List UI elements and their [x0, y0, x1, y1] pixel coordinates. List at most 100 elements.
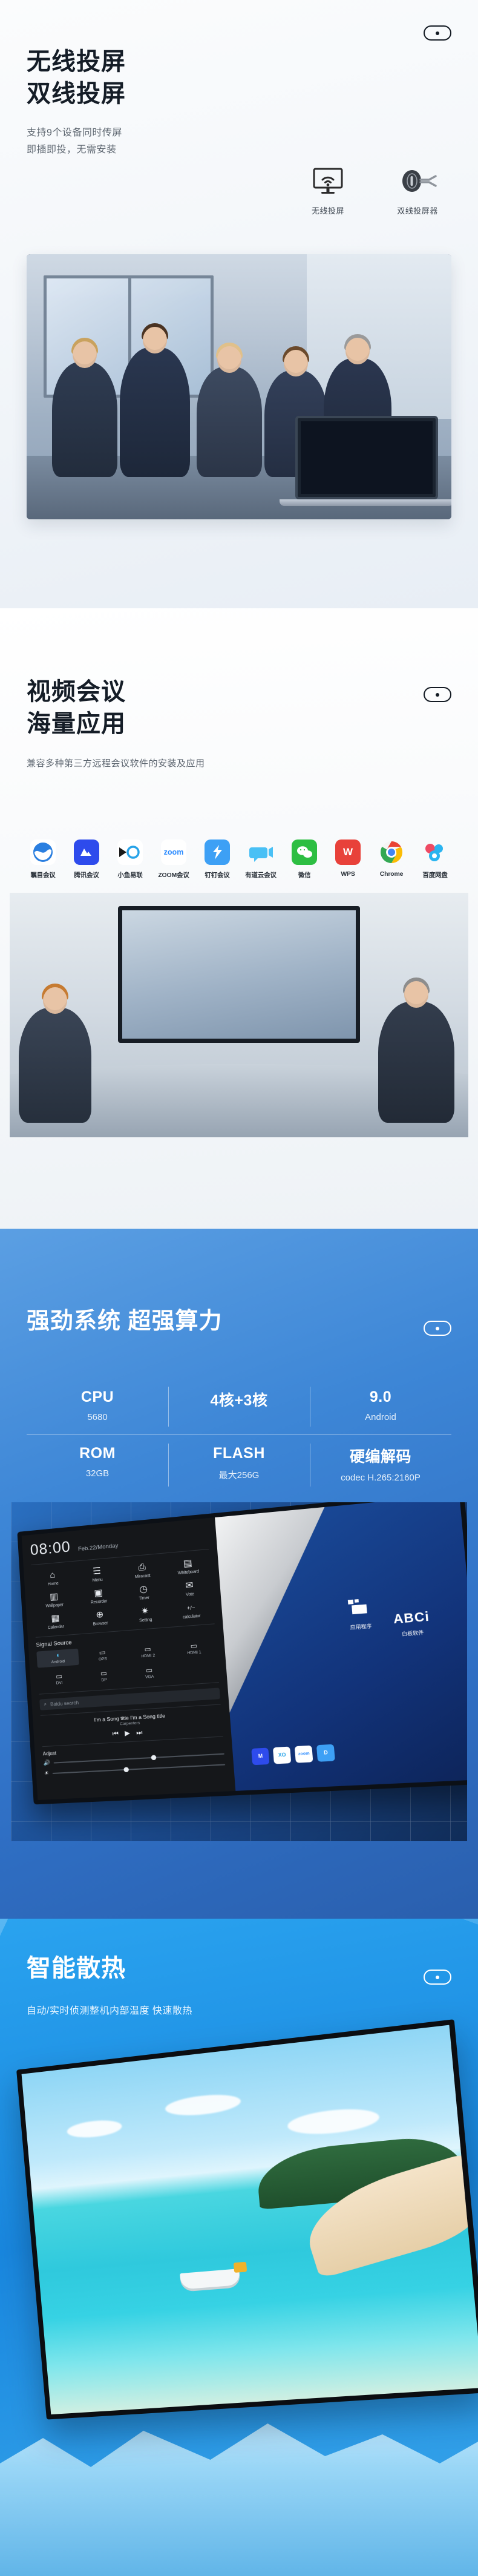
beach-scene	[21, 2025, 478, 2415]
source-hdmi2[interactable]: ▭ HDMI 2	[126, 1642, 170, 1662]
next-icon[interactable]: ⏭	[136, 1729, 149, 1737]
dock-item[interactable]: D	[316, 1744, 336, 1762]
conference-title-line2: 海量应用	[27, 710, 126, 737]
cloud-decor	[286, 2105, 381, 2138]
app-item-wps[interactable]: W WPS	[330, 840, 366, 879]
person-figure	[196, 342, 262, 477]
app-item-tencent-meeting[interactable]: 腾讯会议	[68, 840, 105, 879]
quick-app-setting[interactable]: ✷ Setting	[123, 1605, 168, 1625]
compatible-app-list: 瞩目会议 腾讯会议 小鱼易联 zoom ZOOM会议 钉钉会议 有道云会议 微信…	[0, 840, 478, 879]
app-label: 有道云会议	[245, 872, 277, 879]
app-item-zhumu[interactable]: 瞩目会议	[25, 840, 61, 879]
section-video-conference: 视频会议 海量应用 兼容多种第三方远程会议软件的安装及应用 瞩目会议 腾讯会议	[0, 608, 478, 1229]
spec-value: 32GB	[85, 1468, 110, 1479]
zhumu-icon	[30, 840, 56, 865]
quick-app-miracast[interactable]: ⎙ Miracast	[120, 1560, 165, 1580]
quick-app-grid: ⌂ Home ☰ Menu ⎙ Miracast ▤ Whiteboard ▥ Wallp…	[31, 1549, 215, 1638]
cooling-display-photo	[16, 2019, 478, 2420]
spec-cell-cpu: CPU 5680	[27, 1379, 168, 1434]
spec-key: 硬编解码	[349, 1448, 411, 1465]
android-ui-device-shot: 08:00 Feb.22/Monday ⌂ Home ☰ Menu ⎙ Miracas…	[11, 1502, 467, 1841]
spec-key: 4核+3核	[210, 1392, 268, 1409]
person-figure	[378, 977, 455, 1123]
app-label: WPS	[341, 870, 355, 878]
conference-photo	[10, 893, 468, 1137]
spec-value: codec H.265:2160P	[341, 1473, 421, 1483]
app-item-baidu-pan[interactable]: 百度网盘	[417, 840, 453, 879]
decorative-pill-badge	[424, 25, 451, 41]
wechat-icon	[292, 840, 317, 865]
conference-description: 兼容多种第三方远程会议软件的安装及应用	[27, 758, 205, 769]
conference-title-line1: 视频会议	[27, 678, 126, 705]
spec-table: CPU 5680 4核+3核 9.0 Android ROM 32GB FLAS…	[27, 1379, 451, 1495]
boat-decor	[180, 2268, 241, 2290]
whiteboard-promo: ABCi 白板软件	[393, 1610, 431, 1638]
product-detail-page: 无线投屏 双线投屏 支持9个设备同时传屏 即插即投，无需安装 无线投屏 双线投屏…	[0, 0, 478, 2576]
quick-app-whiteboard[interactable]: ▤ Whiteboard	[166, 1556, 211, 1577]
brightness-track[interactable]	[52, 1763, 225, 1774]
app-label: 微信	[298, 872, 311, 879]
quick-app-calculator[interactable]: +/− calculator	[169, 1600, 214, 1620]
source-android[interactable]: ◖ Android	[36, 1648, 80, 1668]
search-icon: ⌕	[44, 1701, 47, 1707]
interactive-panel-device: 08:00 Feb.22/Monday ⌂ Home ☰ Menu ⎙ Miracas…	[17, 1502, 467, 1805]
dock-item[interactable]: XO	[273, 1746, 292, 1764]
app-item-youdao[interactable]: 有道云会议	[243, 840, 279, 879]
monitor-wifi-icon	[299, 162, 357, 200]
dock-item[interactable]: zoom	[294, 1745, 313, 1763]
person-figure	[120, 323, 191, 477]
quick-app-home[interactable]: ⌂ Home	[31, 1568, 74, 1588]
person-figure	[52, 337, 118, 477]
cast-description: 支持9个设备同时传屏 即插即投，无需安装	[27, 125, 451, 159]
spec-key: ROM	[79, 1445, 116, 1462]
decorative-pill-badge	[424, 687, 451, 702]
spec-cell-codec: 硬编解码 codec H.265:2160P	[310, 1435, 451, 1495]
source-vga[interactable]: ▭ VGA	[127, 1663, 172, 1682]
cast-feature-icons: 无线投屏 双线投屏器	[299, 162, 447, 216]
applications-shortcut[interactable]: 应用程序	[347, 1597, 373, 1631]
app-item-wechat[interactable]: 微信	[286, 840, 322, 879]
applications-caption: 应用程序	[350, 1623, 372, 1631]
cast-desc-line2: 即插即投，无需安装	[27, 144, 117, 155]
quick-app-recorder[interactable]: ▣ Recorder	[77, 1586, 120, 1606]
page-curl-decor	[215, 1507, 341, 1714]
spec-key: FLASH	[213, 1445, 265, 1462]
play-icon[interactable]: ▶	[125, 1729, 137, 1737]
quick-app-browser[interactable]: ⊕ Browser	[78, 1608, 122, 1628]
display-board	[118, 906, 360, 1043]
quick-app-wallpaper[interactable]: ▥ Wallpaper	[33, 1590, 76, 1609]
app-label: ZOOM会议	[158, 872, 189, 879]
brightness-icon: ☀	[44, 1770, 50, 1776]
app-item-chrome[interactable]: Chrome	[373, 840, 410, 879]
app-label: Chrome	[379, 870, 404, 878]
spec-row: ROM 32GB FLASH 最大256G 硬编解码 codec H.265:2…	[27, 1434, 451, 1495]
source-dvi[interactable]: ▭ DVI	[38, 1669, 80, 1689]
laptop-base	[280, 499, 451, 506]
source-dp[interactable]: ▭ DP	[82, 1666, 126, 1686]
app-item-zoom[interactable]: zoom ZOOM会议	[156, 840, 192, 879]
quick-app-menu[interactable]: ☰ Menu	[76, 1564, 119, 1584]
quick-app-calendar[interactable]: ▦ Calendar	[34, 1612, 77, 1631]
section-smart-cooling: 智能散热 自动/实时侦测整机内部温度 快速散热	[0, 1919, 478, 2576]
feature-cast-dongle: 双线投屏器	[388, 162, 447, 216]
search-placeholder: Baidu search	[50, 1700, 79, 1707]
app-item-dingtalk[interactable]: 钉钉会议	[199, 840, 235, 879]
cast-desc-line1: 支持9个设备同时传屏	[27, 127, 122, 138]
spec-title: 强劲系统 超强算力	[27, 1309, 223, 1334]
source-hdmi1[interactable]: ▭ HDMI 1	[171, 1638, 217, 1658]
home-screen-panel: ABCi 白板软件 应用程序 M XO zoom D	[214, 1502, 467, 1791]
cast-title: 无线投屏 双线投屏	[27, 0, 451, 110]
source-ops[interactable]: ▭ OPS	[80, 1645, 124, 1664]
previous-icon[interactable]: ⏮	[112, 1730, 125, 1738]
dongle-icon	[388, 162, 447, 200]
quick-app-timer[interactable]: ◷ Timer	[122, 1582, 166, 1602]
baidu-pan-icon	[422, 840, 448, 865]
quick-app-vote[interactable]: ✉ Vote	[167, 1579, 212, 1598]
app-label: 钉钉会议	[205, 872, 230, 879]
dock-item[interactable]: M	[251, 1747, 270, 1765]
wps-icon: W	[335, 840, 361, 865]
youdao-icon	[248, 840, 273, 865]
clock-time: 08:00	[30, 1538, 71, 1559]
spec-value: Android	[365, 1412, 396, 1422]
app-item-xiaoyu[interactable]: 小鱼易联	[112, 840, 148, 879]
